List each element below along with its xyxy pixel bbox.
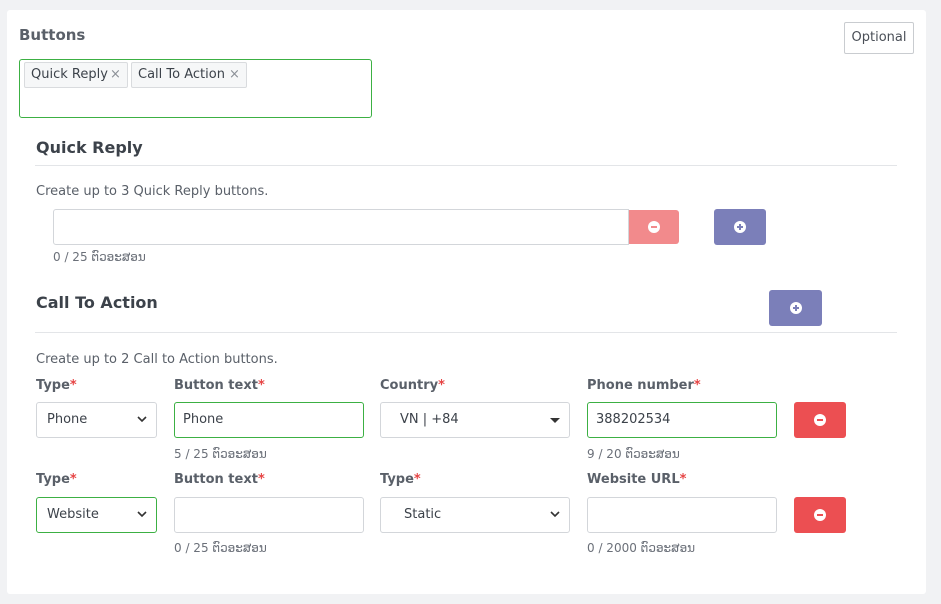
quick-reply-title: Quick Reply <box>36 138 143 157</box>
country-label: Country* <box>380 378 445 393</box>
divider <box>35 165 897 166</box>
phone-number-input[interactable]: 388202534 <box>587 402 777 438</box>
button-text-label: Button text* <box>174 472 265 487</box>
url-counter: 0 / 2000 ຕົວອະສອນ <box>587 541 696 555</box>
type-select[interactable]: Phone <box>36 402 157 438</box>
button-text-counter: 5 / 25 ຕົວອະສອນ <box>174 447 267 461</box>
remove-quick-reply-button[interactable] <box>629 210 679 244</box>
country-select-value: VN | +84 <box>400 412 459 427</box>
tag-call-to-action: Call To Action × <box>131 62 247 88</box>
type-label: Type* <box>36 472 77 487</box>
call-to-action-description: Create up to 2 Call to Action buttons. <box>36 352 278 367</box>
buttons-card: Buttons Optional Quick Reply × Call To A… <box>7 10 926 594</box>
call-to-action-title: Call To Action <box>36 293 158 312</box>
button-text-input[interactable]: Phone <box>174 402 364 438</box>
plus-circle-icon <box>734 221 746 233</box>
website-url-label: Website URL* <box>587 472 687 487</box>
url-type-select-value: Static <box>404 507 442 522</box>
chevron-down-icon <box>137 511 147 518</box>
remove-website-button[interactable] <box>794 497 846 533</box>
type-select-value: Website <box>47 507 99 522</box>
type-label: Type* <box>36 378 77 393</box>
quick-reply-counter: 0 / 25 ຕົວອະສອນ <box>53 250 146 264</box>
section-title: Buttons <box>19 26 86 44</box>
tag-label: Quick Reply <box>31 67 108 82</box>
phone-counter: 9 / 20 ຕົວອະສອນ <box>587 447 680 461</box>
close-icon[interactable]: × <box>229 63 240 87</box>
button-text-label: Button text* <box>174 378 265 393</box>
url-type-select[interactable]: Static <box>380 497 570 533</box>
website-url-input[interactable] <box>587 497 777 533</box>
type-select-value: Phone <box>47 412 88 427</box>
minus-circle-icon <box>814 414 826 426</box>
divider <box>35 332 897 333</box>
chevron-down-icon <box>137 416 147 423</box>
plus-circle-icon <box>789 302 802 314</box>
type-select[interactable]: Website <box>36 497 157 533</box>
phone-number-label: Phone number* <box>587 378 701 393</box>
country-select[interactable]: VN | +84 <box>380 402 570 438</box>
caret-down-icon <box>550 418 560 423</box>
button-text-counter: 0 / 25 ຕົວອະສອນ <box>174 541 267 555</box>
add-call-to-action-button[interactable] <box>769 290 822 326</box>
button-text-input[interactable] <box>174 497 364 533</box>
url-type-label: Type* <box>380 472 421 487</box>
tag-label: Call To Action <box>138 67 225 82</box>
tag-quick-reply: Quick Reply × <box>24 62 128 88</box>
minus-circle-icon <box>814 509 826 521</box>
close-icon[interactable]: × <box>110 63 121 87</box>
remove-phone-button[interactable] <box>794 402 846 438</box>
optional-badge: Optional <box>844 22 914 54</box>
button-type-tag-input[interactable]: Quick Reply × Call To Action × <box>19 59 372 118</box>
quick-reply-description: Create up to 3 Quick Reply buttons. <box>36 184 269 199</box>
chevron-down-icon <box>550 511 560 518</box>
quick-reply-input[interactable] <box>53 209 629 245</box>
minus-circle-icon <box>648 221 660 233</box>
add-quick-reply-button[interactable] <box>714 209 766 245</box>
